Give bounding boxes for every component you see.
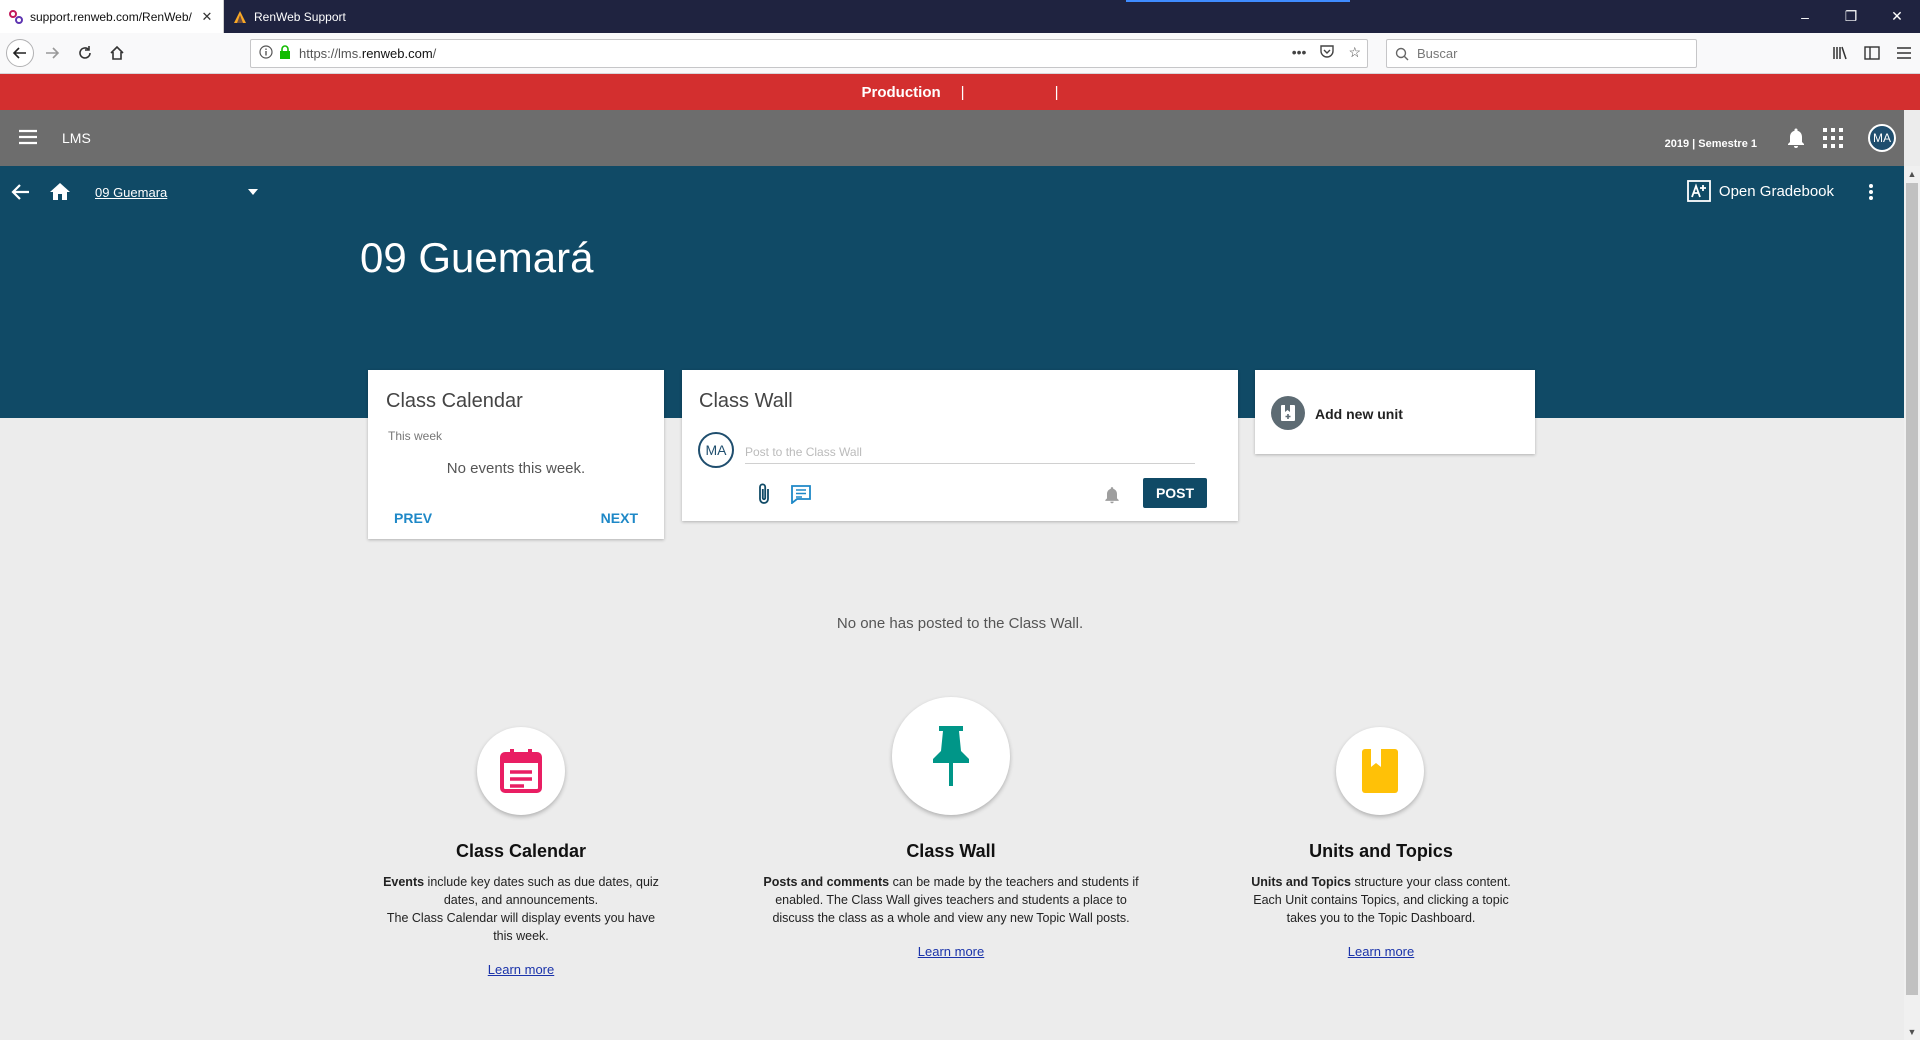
calendar-icon [500, 749, 542, 793]
book-icon [1362, 749, 1398, 793]
arrow-back-icon[interactable] [10, 181, 32, 203]
url-bar[interactable]: https://lms.renweb.com/ ••• ☆ [250, 39, 1368, 68]
browser-tab-renweb-support[interactable]: RenWeb Support [224, 0, 434, 33]
search-bar[interactable]: Buscar [1386, 39, 1697, 68]
feature-desc-text-2: The Class Calendar will display events y… [386, 911, 656, 943]
add-unit-card[interactable]: Add new unit [1255, 370, 1535, 454]
url-text: https://lms.renweb.com/ [299, 46, 436, 61]
feature-title: Class Calendar [455, 841, 587, 861]
calendar-icon-circle [477, 727, 565, 815]
more-vert-icon[interactable] [1868, 183, 1874, 201]
lock-icon [279, 45, 291, 62]
scrollbar-thumb[interactable] [1906, 183, 1918, 995]
learn-more-link[interactable]: Learn more [1211, 944, 1551, 959]
feature-bold-term: Units and Topics [1251, 875, 1351, 889]
class-title: 09 Guemará [360, 234, 594, 281]
browser-toolbar: https://lms.renweb.com/ ••• ☆ Buscar [0, 33, 1920, 74]
sidebar-toggle-icon[interactable] [1856, 39, 1888, 67]
wall-card-title: Class Wall [699, 390, 793, 412]
tab-accent-line [1126, 0, 1350, 2]
comment-icon[interactable] [790, 484, 812, 504]
open-gradebook-button[interactable]: Open Gradebook [1687, 180, 1834, 202]
feature-title: Units and Topics [1309, 841, 1453, 861]
book-icon-circle [1336, 727, 1424, 815]
minimize-button[interactable]: – [1782, 0, 1828, 33]
renweb-support-favicon-icon [232, 9, 248, 25]
bell-icon[interactable] [1784, 126, 1808, 150]
class-wall-card: Class Wall MA POST [682, 370, 1238, 521]
add-unit-icon [1271, 396, 1305, 430]
hamburger-menu-icon[interactable] [1888, 39, 1920, 67]
post-button[interactable]: POST [1143, 478, 1207, 508]
wall-empty-message: No one has posted to the Class Wall. [836, 615, 1084, 632]
app-name: LMS [62, 130, 91, 146]
page-actions-icon[interactable]: ••• [1292, 44, 1307, 61]
pushpin-icon-circle [892, 697, 1010, 815]
class-breadcrumb[interactable]: 09 Guemara [95, 185, 167, 200]
url-actions: ••• ☆ [1292, 44, 1361, 61]
calendar-card-title: Class Calendar [386, 390, 523, 412]
class-calendar-card: Class Calendar This week No events this … [368, 370, 664, 539]
page-scrollbar[interactable]: ▲ ▼ [1904, 166, 1920, 1040]
search-icon [1395, 47, 1409, 60]
bell-icon[interactable] [1102, 484, 1122, 506]
tab-label: RenWeb Support [254, 9, 346, 24]
toolbar-right [1824, 39, 1920, 67]
feature-desc-text: include key dates such as due dates, qui… [424, 875, 659, 907]
bookmark-star-icon[interactable]: ☆ [1348, 44, 1361, 61]
gradebook-icon [1687, 180, 1711, 202]
pushpin-icon [933, 726, 969, 786]
environment-separator: | [1054, 83, 1059, 101]
url-suffix: / [432, 46, 437, 61]
paperclip-icon[interactable] [754, 482, 774, 506]
url-domain: renweb.com [361, 46, 433, 61]
calendar-next-button[interactable]: NEXT [601, 510, 638, 526]
browser-tab-support[interactable]: support.renweb.com/RenWeb/ ✕ [0, 0, 224, 33]
home-icon[interactable] [48, 180, 72, 204]
add-unit-label: Add new unit [1315, 406, 1403, 422]
environment-separator: | [960, 83, 965, 101]
calendar-range-label: This week [388, 429, 443, 443]
wall-post-input[interactable] [745, 440, 1195, 464]
feature-description: Events include key dates such as due dat… [376, 873, 666, 945]
feature-bold-term: Posts and comments [763, 875, 890, 889]
info-icon[interactable] [259, 45, 273, 62]
close-window-button[interactable]: ✕ [1874, 0, 1920, 33]
environment-banner: Production | | [0, 74, 1920, 110]
pocket-icon[interactable] [1320, 44, 1335, 61]
forward-button[interactable] [38, 39, 66, 67]
calendar-empty-message: No events this week. [446, 460, 586, 477]
learn-more-link[interactable]: Learn more [351, 962, 691, 977]
back-button[interactable] [6, 39, 34, 67]
library-icon[interactable] [1824, 39, 1856, 67]
learn-more-link[interactable]: Learn more [781, 944, 1121, 959]
hamburger-icon[interactable] [16, 125, 40, 149]
gradebook-label: Open Gradebook [1718, 182, 1834, 200]
search-placeholder: Buscar [1417, 46, 1458, 61]
feature-bold-term: Events [383, 875, 425, 889]
url-prefix: https://lms. [299, 46, 362, 61]
feature-description: Units and Topics structure your class co… [1243, 873, 1519, 927]
apps-grid-icon[interactable] [1822, 127, 1844, 149]
home-button[interactable] [103, 39, 131, 67]
scroll-down-icon[interactable]: ▼ [1904, 1024, 1920, 1040]
tab-label: support.renweb.com/RenWeb/ [30, 9, 192, 24]
avatar: MA [698, 432, 734, 468]
scroll-up-icon[interactable]: ▲ [1904, 166, 1920, 182]
close-tab-icon[interactable]: ✕ [199, 9, 215, 25]
renweb-favicon-icon [8, 9, 24, 25]
term-selector[interactable]: 2019 | Semestre 1 [1665, 138, 1757, 150]
feature-title: Class Wall [906, 841, 996, 861]
window-controls: – ❐ ✕ [1782, 0, 1920, 33]
browser-tab-strip: support.renweb.com/RenWeb/ ✕ RenWeb Supp… [0, 0, 1920, 33]
app-header: LMS 2019 | Semestre 1 MA [0, 110, 1904, 166]
environment-label: Production [861, 83, 941, 101]
restore-button[interactable]: ❐ [1828, 0, 1874, 33]
user-avatar[interactable]: MA [1868, 124, 1896, 152]
chevron-down-icon[interactable] [247, 188, 259, 196]
calendar-prev-button[interactable]: PREV [394, 510, 432, 526]
reload-button[interactable] [71, 39, 99, 67]
feature-description: Posts and comments can be made by the te… [758, 873, 1144, 927]
